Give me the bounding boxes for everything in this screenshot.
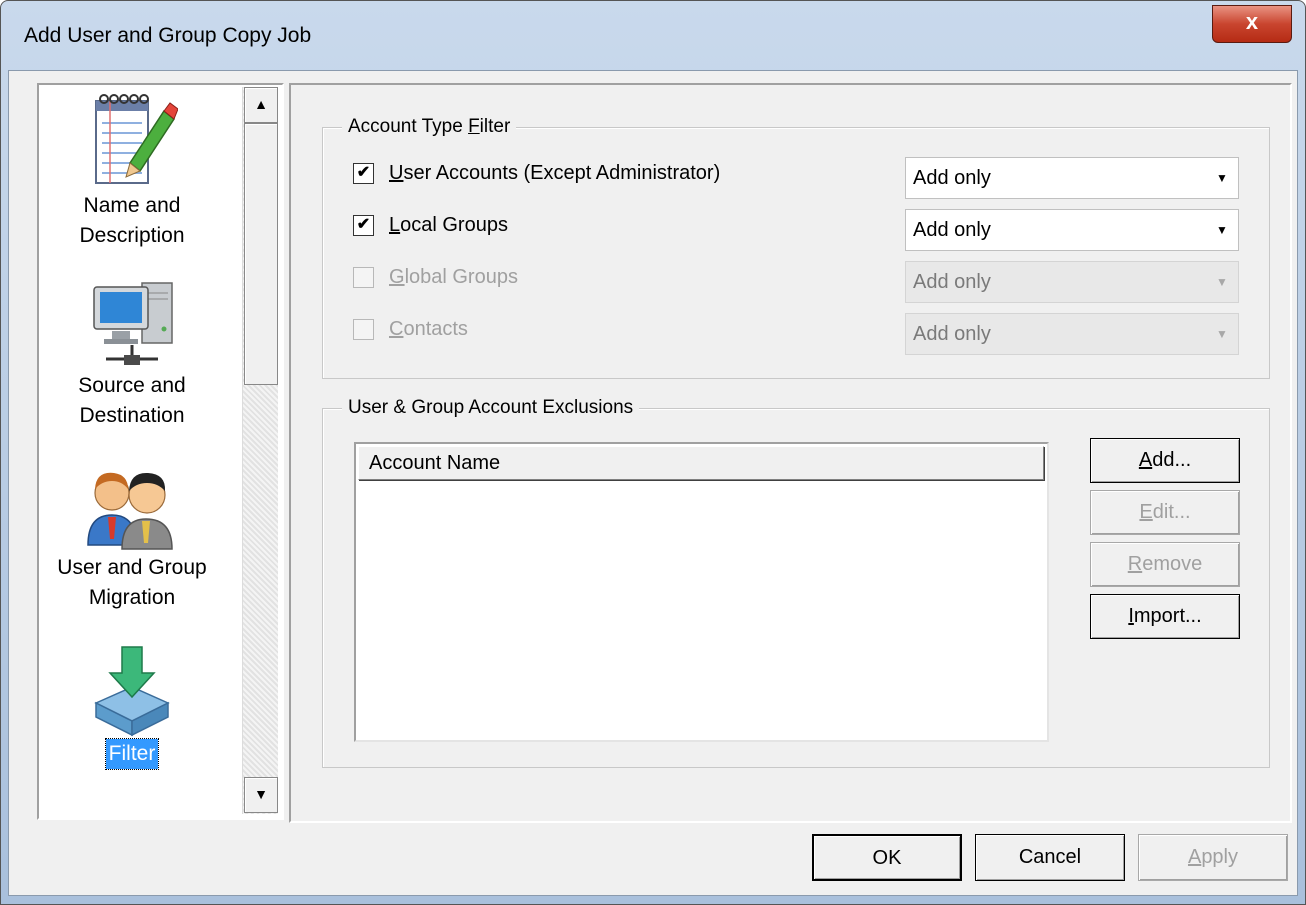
nav-item-name-description[interactable]: Name and Description xyxy=(39,91,225,251)
contacts-mode-combo[interactable]: Add only ▼ xyxy=(905,313,1239,355)
checkbox-box[interactable] xyxy=(353,319,374,340)
nav-label-line1: Name and xyxy=(83,194,181,217)
user-accounts-mode-combo[interactable]: Add only ▼ xyxy=(905,157,1239,199)
checkbox-box[interactable]: ✔ xyxy=(353,215,374,236)
checkbox-label: User Accounts (Except Administrator) xyxy=(389,162,721,184)
nav-label-line1: Source and xyxy=(78,374,186,397)
page-list-scrollbar[interactable]: ▲ ▼ xyxy=(242,87,278,814)
account-type-filter-legend: Account Type Filter xyxy=(342,116,517,138)
exclusions-list[interactable]: Account Name xyxy=(354,442,1049,742)
nav-item-source-destination[interactable]: Source and Destination xyxy=(39,275,225,431)
page-list-items: Name and Description Source and Destinat… xyxy=(39,85,242,816)
apply-button[interactable]: Apply xyxy=(1138,834,1288,881)
nav-label-line1: User and Group xyxy=(57,556,207,579)
local-groups-checkbox[interactable]: ✔ Local Groups xyxy=(353,214,508,237)
close-button[interactable]: x xyxy=(1212,5,1292,43)
add-exclusion-button[interactable]: Add... xyxy=(1090,438,1240,483)
remove-exclusion-button[interactable]: Remove xyxy=(1090,542,1240,587)
computer-network-icon xyxy=(93,282,173,365)
users-icon xyxy=(87,472,173,550)
contacts-checkbox[interactable]: Contacts xyxy=(353,318,468,341)
title-bar[interactable]: Add User and Group Copy Job xyxy=(0,0,1306,70)
combo-value: Add only xyxy=(913,166,991,189)
checkbox-box[interactable]: ✔ xyxy=(353,163,374,184)
notepad-pencil-icon xyxy=(95,94,178,184)
nav-label-line2: Destination xyxy=(79,404,185,427)
chevron-down-icon[interactable]: ▼ xyxy=(1206,210,1238,250)
scroll-up-button[interactable]: ▲ xyxy=(244,87,278,123)
global-groups-mode-combo[interactable]: Add only ▼ xyxy=(905,261,1239,303)
nav-label-line2: Migration xyxy=(88,586,176,609)
chevron-down-icon[interactable]: ▼ xyxy=(1206,158,1238,198)
user-accounts-checkbox[interactable]: ✔ User Accounts (Except Administrator) xyxy=(353,162,720,185)
cancel-button[interactable]: Cancel xyxy=(975,834,1125,881)
nav-item-user-group-migration[interactable]: User and Group Migration xyxy=(39,459,225,613)
nav-label-line2: Description xyxy=(79,224,185,247)
local-groups-mode-combo[interactable]: Add only ▼ xyxy=(905,209,1239,251)
checkbox-label: Contacts xyxy=(389,318,468,340)
edit-exclusion-button[interactable]: Edit... xyxy=(1090,490,1240,535)
scroll-down-button[interactable]: ▼ xyxy=(244,777,278,813)
combo-value: Add only xyxy=(913,218,991,241)
window-title: Add User and Group Copy Job xyxy=(24,24,312,47)
chevron-down-icon[interactable]: ▼ xyxy=(1206,262,1238,302)
filter-download-icon xyxy=(94,646,170,737)
chevron-down-icon[interactable]: ▼ xyxy=(1206,314,1238,354)
checkbox-label: Global Groups xyxy=(389,266,518,288)
checkbox-box[interactable] xyxy=(353,267,374,288)
combo-value: Add only xyxy=(913,270,991,293)
checkbox-label: Local Groups xyxy=(389,214,508,236)
combo-value: Add only xyxy=(913,322,991,345)
account-exclusions-legend: User & Group Account Exclusions xyxy=(342,397,640,419)
scroll-thumb[interactable] xyxy=(244,123,278,385)
nav-label-line1: Filter xyxy=(104,738,160,770)
import-exclusions-button[interactable]: Import... xyxy=(1090,594,1240,639)
column-header-account-name[interactable]: Account Name xyxy=(358,446,1044,480)
global-groups-checkbox[interactable]: Global Groups xyxy=(353,266,518,289)
nav-item-filter[interactable]: Filter xyxy=(39,643,225,770)
ok-button[interactable]: OK xyxy=(812,834,962,881)
